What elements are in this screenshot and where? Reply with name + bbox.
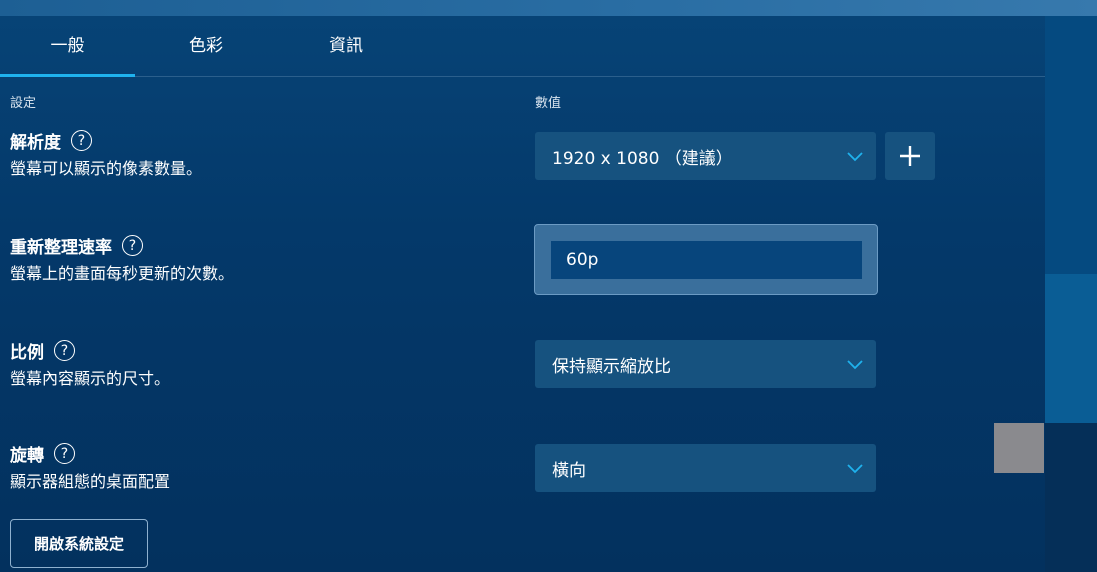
rotation-value: 橫向 [552,460,586,481]
scale-description: 螢幕內容顯示的尺寸。 [10,369,171,388]
resolution-value: 1920 x 1080 （建議） [552,148,733,169]
help-icon[interactable]: ? [71,130,92,151]
tab-divider [0,76,1045,77]
rotation-title: 旋轉 ? [10,441,75,466]
resolution-label: 解析度 [10,133,61,153]
title-strip [0,0,1097,16]
help-icon[interactable]: ? [54,443,75,464]
refresh-rate-field-frame [534,224,878,295]
resolution-dropdown[interactable]: 1920 x 1080 （建議） [535,132,876,180]
rotation-description: 顯示器組態的桌面配置 [10,472,171,491]
chevron-down-icon [847,464,863,474]
refresh-rate-title: 重新整理速率 ? [10,233,143,258]
help-icon[interactable]: ? [54,340,75,361]
rotation-label: 旋轉 [10,446,44,466]
scale-value: 保持顯示縮放比 [552,356,671,377]
refresh-rate-description: 螢幕上的畫面每秒更新的次數。 [10,264,235,283]
background-panel [1045,423,1097,572]
resolution-description: 螢幕可以顯示的像素數量。 [10,159,203,178]
chevron-down-icon [847,360,863,370]
open-system-settings-button[interactable]: 開啟系統設定 [10,519,148,568]
rotation-dropdown[interactable]: 橫向 [535,444,876,492]
gray-swatch [994,423,1044,473]
resolution-title: 解析度 ? [10,128,92,153]
add-resolution-button[interactable] [885,132,935,180]
tab-color[interactable]: 色彩 [140,16,272,76]
column-header-setting: 設定 [10,96,37,111]
background-panel [1045,274,1097,423]
refresh-rate-label: 重新整理速率 [10,238,112,258]
active-tab-indicator [0,74,135,77]
background-panel [1045,16,1097,274]
help-icon[interactable]: ? [122,235,143,256]
plus-icon [900,146,920,166]
chevron-down-icon [847,152,863,162]
column-header-value: 數值 [535,96,562,111]
scale-title: 比例 ? [10,338,75,363]
scale-label: 比例 [10,343,44,363]
tab-info[interactable]: 資訊 [280,16,412,76]
tab-general[interactable]: 一般 [0,16,135,76]
scale-dropdown[interactable]: 保持顯示縮放比 [535,340,876,388]
refresh-rate-input[interactable] [551,241,862,279]
